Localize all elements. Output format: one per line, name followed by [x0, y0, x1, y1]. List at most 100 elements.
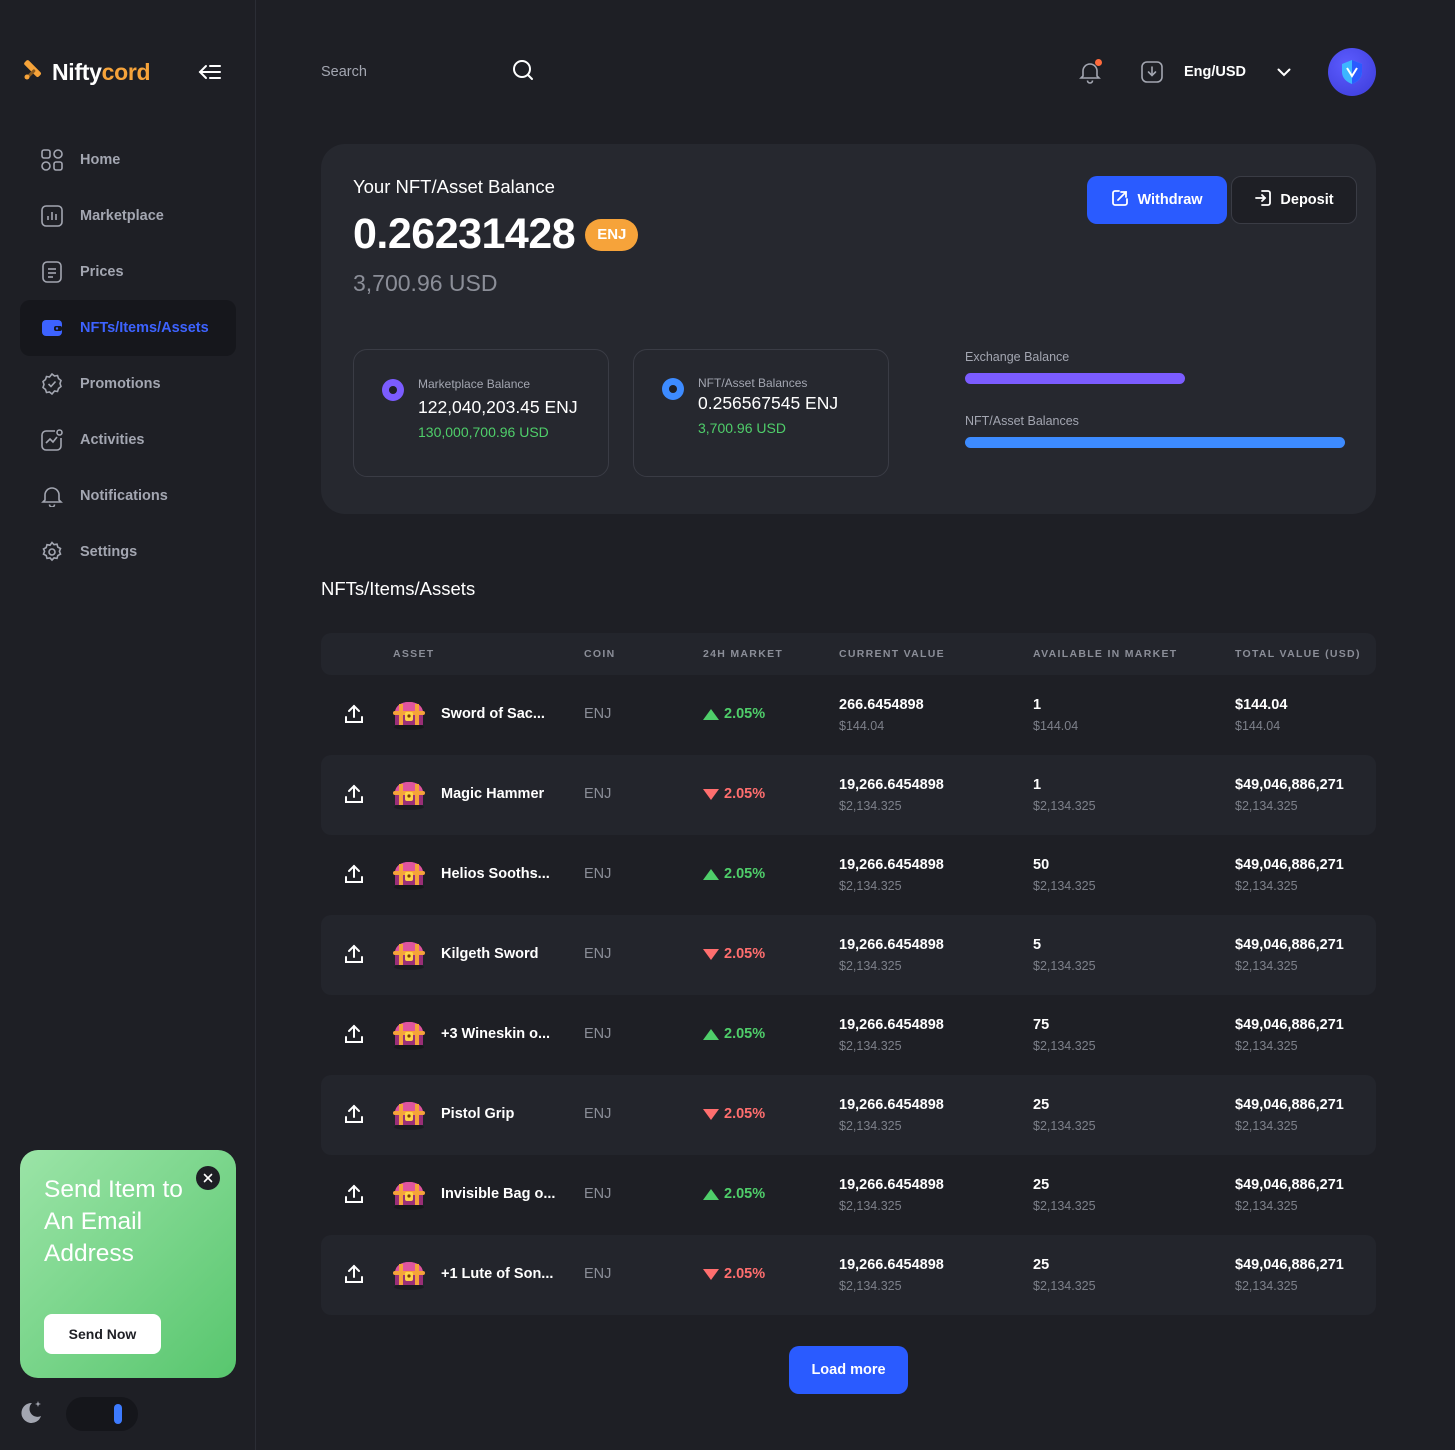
sidebar-item-activities[interactable]: Activities [20, 412, 236, 468]
marketplace-balance-value: 122,040,203.45 ENJ [418, 397, 578, 417]
sidebar-item-home[interactable]: Home [20, 132, 236, 188]
sidebar-item-settings[interactable]: Settings [20, 524, 236, 580]
total-value-main: $49,046,886,271 [1235, 1017, 1344, 1033]
share-icon[interactable] [343, 1183, 365, 1205]
current-value-main: 266.6454898 [839, 697, 924, 713]
coin: ENJ [584, 706, 612, 722]
notification-dot [1095, 59, 1102, 66]
nft-asset-balance-bar: NFT/Asset Balances [965, 414, 1345, 448]
total-value-main: $49,046,886,271 [1235, 1177, 1344, 1193]
available-usd: $2,134.325 [1033, 1279, 1096, 1293]
column-header[interactable]: CURRENT VALUE [839, 648, 945, 660]
total-value: $49,046,886,271 $2,134.325 [1235, 777, 1344, 813]
balance-title: Your NFT/Asset Balance [353, 176, 555, 197]
table-row[interactable]: Sword of Sac... ENJ 2.05% 266.6454898 $144.0… [321, 675, 1376, 755]
share-icon[interactable] [343, 783, 365, 805]
column-header[interactable]: TOTAL VALUE (USD) [1235, 648, 1361, 660]
available-count: 1 [1033, 697, 1042, 713]
asset-name[interactable]: Helios Sooths... [441, 866, 550, 882]
chevron-down-icon[interactable] [1274, 62, 1294, 82]
notification-bell-icon[interactable] [1076, 58, 1104, 86]
share-icon[interactable] [343, 703, 365, 725]
table-row[interactable]: +1 Lute of Son... ENJ 2.05% 19,266.6454898 $… [321, 1235, 1376, 1315]
language-currency-selector[interactable]: Eng/USD [1184, 64, 1246, 80]
column-header[interactable]: 24H MARKET [703, 648, 783, 660]
marketplace-balance-label: Marketplace Balance [418, 377, 531, 391]
sidebar-item-nfts[interactable]: NFTs/Items/Assets [20, 300, 236, 356]
asset-name[interactable]: Kilgeth Sword [441, 946, 538, 962]
table-row[interactable]: Pistol Grip ENJ 2.05% 19,266.6454898 $2,134.… [321, 1075, 1376, 1155]
deposit-button[interactable]: Deposit [1231, 176, 1357, 224]
asset-name[interactable]: Invisible Bag o... [441, 1186, 555, 1202]
logo[interactable]: Niftycord [20, 56, 151, 88]
share-icon[interactable] [343, 1263, 365, 1285]
deposit-label: Deposit [1280, 192, 1334, 208]
table-row[interactable]: Invisible Bag o... ENJ 2.05% 19,266.6454898… [321, 1155, 1376, 1235]
close-icon[interactable] [196, 1166, 220, 1190]
nft-balance-usd: 3,700.96 USD [698, 420, 786, 436]
current-value-usd: $144.04 [839, 719, 885, 733]
table-row[interactable]: Magic Hammer ENJ 2.05% 19,266.6454898 $2,134… [321, 755, 1376, 835]
send-item-promo-card: Send Item to An Email Address Send Now [20, 1150, 236, 1378]
share-icon[interactable] [343, 1023, 365, 1045]
current-value-usd: $2,134.325 [839, 1199, 902, 1213]
total-value-sub: $2,134.325 [1235, 959, 1298, 973]
current-value: 19,266.6454898 $2,134.325 [839, 1177, 944, 1213]
collapse-sidebar-icon[interactable] [196, 58, 224, 86]
column-header[interactable]: AVAILABLE IN MARKET [1033, 648, 1177, 660]
arrow-up-icon [703, 1188, 719, 1200]
available-usd: $2,134.325 [1033, 1199, 1096, 1213]
total-value-sub: $2,134.325 [1235, 1279, 1298, 1293]
current-value-main: 19,266.6454898 [839, 857, 944, 873]
available-in-market: 1 $2,134.325 [1033, 777, 1096, 813]
sidebar-item-promotions[interactable]: Promotions [20, 356, 236, 412]
sidebar-item-marketplace[interactable]: Marketplace [20, 188, 236, 244]
current-value: 19,266.6454898 $2,134.325 [839, 777, 944, 813]
bar-fill [965, 437, 1345, 448]
available-usd: $2,134.325 [1033, 879, 1096, 893]
download-icon[interactable] [1140, 60, 1164, 84]
current-value-main: 19,266.6454898 [839, 937, 944, 953]
balance-amount-row: 0.26231428 ENJ [353, 210, 639, 259]
section-title: NFTs/Items/Assets [321, 578, 476, 599]
available-usd: $2,134.325 [1033, 1039, 1096, 1053]
table-row[interactable]: +3 Wineskin o... ENJ 2.05% 19,266.6454898 $2… [321, 995, 1376, 1075]
dark-mode-toggle[interactable] [66, 1397, 138, 1431]
search-input[interactable] [321, 64, 491, 80]
coin: ENJ [584, 786, 612, 802]
asset-name[interactable]: Sword of Sac... [441, 706, 545, 722]
total-value-sub: $2,134.325 [1235, 1039, 1298, 1053]
marketplace-balance-card[interactable]: Marketplace Balance 122,040,203.45 ENJ 1… [353, 349, 609, 477]
asset-name[interactable]: +3 Wineskin o... [441, 1026, 550, 1042]
asset-name[interactable]: Pistol Grip [441, 1106, 514, 1122]
available-in-market: 1 $144.04 [1033, 697, 1078, 733]
load-more-button[interactable]: Load more [789, 1346, 908, 1394]
table-row[interactable]: Kilgeth Sword ENJ 2.05% 19,266.6454898 $2,13… [321, 915, 1376, 995]
table-row[interactable]: Helios Sooths... ENJ 2.05% 19,266.6454898 $2… [321, 835, 1376, 915]
withdraw-button[interactable]: Withdraw [1087, 176, 1227, 224]
current-value: 266.6454898 $144.04 [839, 697, 924, 733]
nft-balance-card[interactable]: NFT/Asset Balances 0.256567545 ENJ 3,700… [633, 349, 889, 477]
current-value-usd: $2,134.325 [839, 1039, 902, 1053]
market-change: 2.05% [703, 786, 765, 802]
bar-label: NFT/Asset Balances [965, 414, 1079, 428]
share-icon[interactable] [343, 863, 365, 885]
sidebar-item-prices[interactable]: Prices [20, 244, 236, 300]
promo-title: Send Item to An Email Address [44, 1176, 183, 1267]
column-header[interactable]: ASSET [393, 648, 435, 660]
search-icon[interactable] [511, 58, 535, 87]
current-value-main: 19,266.6454898 [839, 777, 944, 793]
toggle-knob [114, 1404, 122, 1424]
asset-name[interactable]: +1 Lute of Son... [441, 1266, 553, 1282]
total-value: $49,046,886,271 $2,134.325 [1235, 937, 1344, 973]
share-icon[interactable] [343, 943, 365, 965]
asset-name[interactable]: Magic Hammer [441, 786, 544, 802]
share-icon[interactable] [343, 1103, 365, 1125]
send-now-button[interactable]: Send Now [44, 1314, 161, 1354]
avatar[interactable] [1328, 48, 1377, 96]
market-change-value: 2.05% [724, 706, 766, 722]
column-header[interactable]: COIN [584, 648, 615, 660]
marketplace-balance-usd: 130,000,700.96 USD [418, 424, 549, 440]
sidebar-item-notifications[interactable]: Notifications [20, 468, 236, 524]
current-value-main: 19,266.6454898 [839, 1177, 944, 1193]
